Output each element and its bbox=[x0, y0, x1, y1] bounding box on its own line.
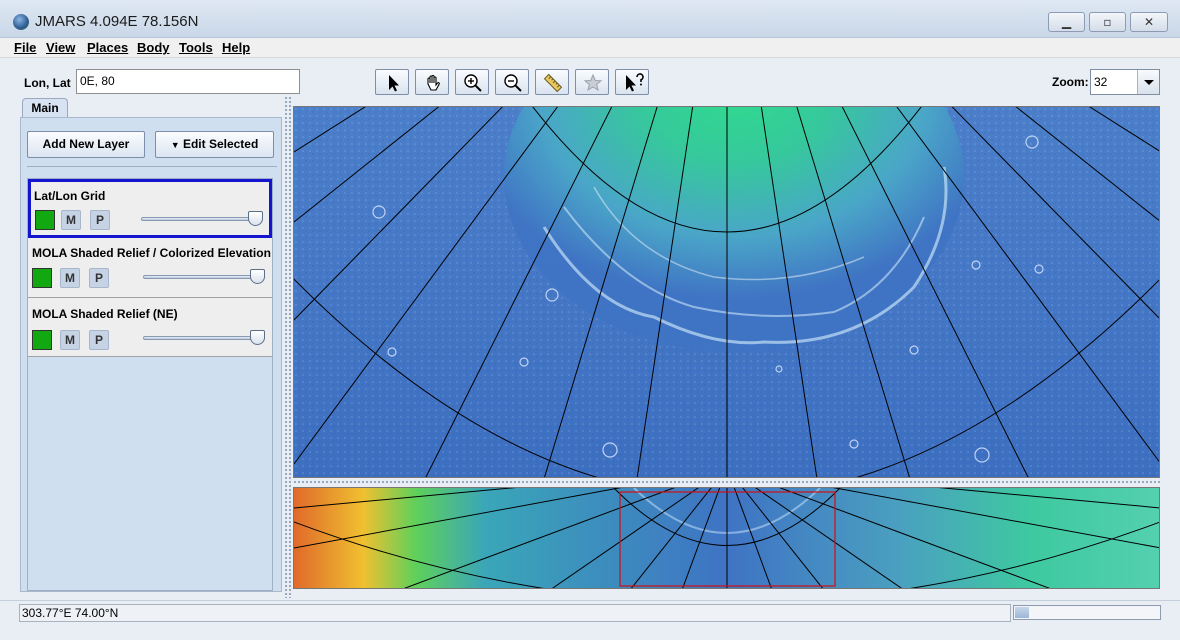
panel-splitter[interactable] bbox=[284, 96, 291, 598]
maximize-button[interactable]: ▫ bbox=[1089, 12, 1126, 32]
zoom-out-button[interactable] bbox=[495, 69, 529, 95]
main-map-view[interactable] bbox=[293, 106, 1160, 478]
edit-selected-label: Edit Selected bbox=[182, 137, 259, 151]
edit-selected-button[interactable]: ▼ Edit Selected bbox=[155, 131, 274, 158]
zoom-dropdown-button[interactable] bbox=[1137, 70, 1159, 94]
layer-panner-toggle[interactable]: P bbox=[89, 330, 109, 350]
layer-main-toggle[interactable]: M bbox=[61, 210, 81, 230]
main-tab-body: Add New Layer ▼ Edit Selected Lat/Lon Gr… bbox=[20, 117, 282, 592]
dropdown-triangle-icon: ▼ bbox=[170, 140, 180, 150]
favorite-star-icon bbox=[583, 73, 603, 92]
opacity-slider-thumb[interactable] bbox=[248, 211, 263, 226]
mars-map-main bbox=[294, 107, 1159, 477]
opacity-slider-thumb[interactable] bbox=[250, 269, 265, 284]
minimize-button[interactable]: ▁ bbox=[1048, 12, 1085, 32]
zoom-in-button[interactable] bbox=[455, 69, 489, 95]
pan-tool-button[interactable] bbox=[415, 69, 449, 95]
lonlat-input[interactable]: 0E, 80 bbox=[76, 69, 300, 94]
lonlat-label: Lon, Lat bbox=[24, 76, 71, 90]
layer-row-mola-colorized[interactable]: MOLA Shaded Relief / Colorized Elevation… bbox=[28, 238, 272, 298]
layer-color-swatch[interactable] bbox=[32, 330, 52, 350]
layer-color-swatch[interactable] bbox=[35, 210, 55, 230]
menu-bar: File View Places Body Tools Help bbox=[0, 38, 1180, 58]
layer-color-swatch[interactable] bbox=[32, 268, 52, 288]
close-button[interactable]: ✕ bbox=[1130, 12, 1168, 32]
status-bar: 303.77°E 74.00°N bbox=[0, 600, 1180, 640]
help-pointer-button[interactable] bbox=[615, 69, 649, 95]
layer-name: MOLA Shaded Relief (NE) bbox=[32, 307, 178, 321]
maximize-icon: ▫ bbox=[1103, 15, 1112, 29]
zoom-out-icon bbox=[504, 74, 522, 92]
chevron-down-icon bbox=[1144, 80, 1154, 85]
zoom-select[interactable]: 32 bbox=[1090, 69, 1160, 95]
pan-hand-icon bbox=[427, 74, 440, 91]
close-icon: ✕ bbox=[1143, 15, 1155, 29]
menu-file[interactable]: File bbox=[14, 40, 36, 55]
menu-view[interactable]: View bbox=[46, 40, 75, 55]
opacity-slider-thumb[interactable] bbox=[250, 330, 265, 345]
layer-row-mola-ne[interactable]: MOLA Shaded Relief (NE) M P bbox=[28, 298, 272, 357]
ruler-icon bbox=[543, 73, 563, 93]
mars-map-overview bbox=[294, 488, 1159, 588]
menu-help[interactable]: Help bbox=[222, 40, 250, 55]
zoom-value: 32 bbox=[1094, 75, 1108, 89]
menu-places[interactable]: Places bbox=[87, 40, 128, 55]
layer-main-toggle[interactable]: M bbox=[60, 330, 80, 350]
opacity-slider-track[interactable] bbox=[141, 217, 256, 221]
menu-tools[interactable]: Tools bbox=[179, 40, 213, 55]
help-pointer-icon bbox=[626, 73, 644, 92]
divider bbox=[27, 166, 277, 167]
panner-overview-map[interactable] bbox=[293, 487, 1160, 589]
progress-bar bbox=[1013, 605, 1161, 620]
layer-name: Lat/Lon Grid bbox=[34, 189, 106, 203]
app-globe-icon bbox=[13, 14, 29, 30]
cursor-coordinates: 303.77°E 74.00°N bbox=[19, 604, 1011, 622]
layer-panner-toggle[interactable]: P bbox=[90, 210, 110, 230]
layer-main-toggle[interactable]: M bbox=[60, 268, 80, 288]
layer-panner-toggle[interactable]: P bbox=[89, 268, 109, 288]
ruler-tool-button[interactable] bbox=[535, 69, 569, 95]
progress-fill bbox=[1015, 607, 1029, 618]
layer-list: Lat/Lon Grid M P MOLA Shaded Relief / Co… bbox=[27, 178, 273, 591]
minimize-icon: ▁ bbox=[1061, 15, 1072, 29]
select-arrow-icon bbox=[389, 75, 399, 92]
layer-row-latlon-grid[interactable]: Lat/Lon Grid M P bbox=[28, 179, 272, 238]
layer-name: MOLA Shaded Relief / Colorized Elevation bbox=[32, 246, 271, 260]
add-new-layer-button[interactable]: Add New Layer bbox=[27, 131, 145, 158]
opacity-slider-track[interactable] bbox=[143, 275, 265, 279]
favorite-tool-button[interactable] bbox=[575, 69, 609, 95]
zoom-in-icon bbox=[464, 74, 482, 92]
menu-body[interactable]: Body bbox=[137, 40, 170, 55]
opacity-slider-track[interactable] bbox=[143, 336, 265, 340]
map-splitter[interactable] bbox=[293, 480, 1160, 485]
title-bar: JMARS 4.094E 78.156N ▁ ▫ ✕ bbox=[0, 0, 1180, 38]
zoom-label: Zoom: bbox=[1052, 75, 1089, 89]
tab-main[interactable]: Main bbox=[22, 98, 68, 118]
window-title: JMARS 4.094E 78.156N bbox=[35, 13, 199, 30]
select-tool-button[interactable] bbox=[375, 69, 409, 95]
